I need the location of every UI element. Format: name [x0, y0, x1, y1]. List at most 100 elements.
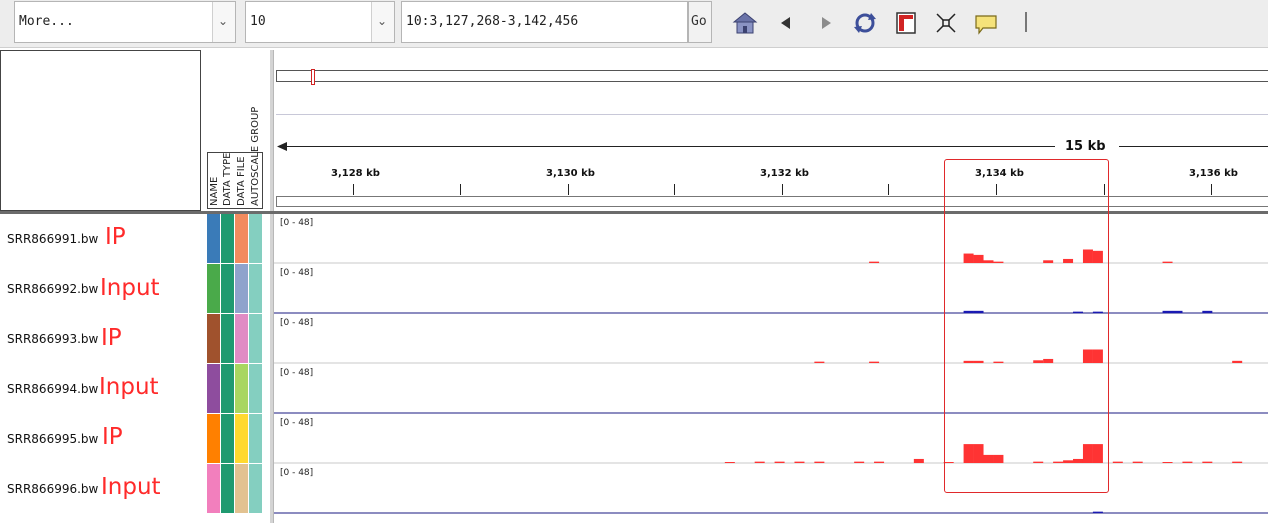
track-annotation-label: Input — [101, 474, 161, 500]
span-arrow-left-icon — [277, 142, 287, 151]
track-name[interactable]: SRR866991.bw — [7, 232, 98, 246]
coverage-bar — [724, 462, 735, 463]
attribute-color-cell[interactable] — [221, 364, 234, 413]
attribute-color-cell[interactable] — [207, 314, 220, 363]
back-arrow-icon[interactable] — [773, 10, 799, 36]
attribute-color-cell[interactable] — [221, 214, 234, 263]
attribute-color-cell[interactable] — [221, 264, 234, 313]
track-annotation-label: IP — [102, 424, 123, 450]
ruler-tick — [782, 184, 783, 195]
chromosome-select[interactable]: More... ⌄ — [14, 1, 236, 43]
attribute-header-autoscale-group[interactable]: AUTOSCALE GROUP — [250, 107, 261, 206]
attribute-color-cell[interactable] — [235, 414, 248, 463]
attribute-color-cell[interactable] — [249, 214, 262, 263]
track-name[interactable]: SRR866996.bw — [7, 482, 98, 496]
coverage-bar — [1112, 461, 1123, 463]
ruler-tick — [888, 184, 889, 195]
go-button-label: Go — [691, 14, 707, 29]
ruler-tick-label: 3,128 kb — [331, 168, 380, 179]
chromosome-ideogram[interactable] — [276, 70, 1268, 82]
zoom-select-value: 10 — [250, 14, 266, 29]
track-name[interactable]: SRR866994.bw — [7, 382, 98, 396]
track-annotation-label: IP — [101, 325, 122, 351]
header-name-panel — [0, 50, 201, 211]
span-label: 15 kb — [1065, 139, 1106, 154]
attribute-color-cell[interactable] — [207, 214, 220, 263]
track-plot-area[interactable] — [274, 214, 1268, 523]
resize-to-window-icon[interactable] — [933, 10, 959, 36]
coverage-bar — [754, 461, 765, 463]
ruler-tick-label: 3,130 kb — [546, 168, 595, 179]
attribute-header-panel: NAME DATA TYPE DATA FILE AUTOSCALE GROUP — [202, 50, 270, 211]
attribute-color-cell[interactable] — [221, 314, 234, 363]
attribute-color-cell[interactable] — [249, 264, 262, 313]
attribute-color-cell[interactable] — [207, 364, 220, 413]
attribute-color-cell[interactable] — [221, 464, 234, 513]
ruler-tick — [674, 184, 675, 195]
attribute-color-cell[interactable] — [249, 364, 262, 413]
coverage-bar — [1132, 461, 1143, 463]
home-icon[interactable] — [732, 10, 758, 36]
ruler-tick — [460, 184, 461, 195]
highlight-region-box — [944, 159, 1109, 493]
ruler-tick — [353, 184, 354, 195]
track-annotation-label: Input — [100, 275, 160, 301]
forward-arrow-icon[interactable] — [813, 10, 839, 36]
attribute-color-cell[interactable] — [235, 464, 248, 513]
coverage-bar — [1092, 511, 1103, 513]
attribute-color-cell[interactable] — [235, 264, 248, 313]
coverage-bar — [1232, 360, 1243, 363]
locus-input[interactable]: 10:3,127,268-3,142,456 — [401, 1, 688, 43]
coverage-bar — [794, 461, 805, 463]
refresh-icon[interactable] — [852, 10, 878, 36]
attribute-color-cell[interactable] — [249, 314, 262, 363]
attribute-color-cell[interactable] — [207, 464, 220, 513]
ruler-tick-label: 3,136 kb — [1189, 168, 1238, 179]
track-name[interactable]: SRR866993.bw — [7, 332, 98, 346]
coverage-bar — [814, 361, 825, 363]
chevron-down-icon[interactable]: ⌄ — [212, 2, 235, 42]
chromosome-select-value: More... — [19, 14, 74, 29]
ruler-baseline — [276, 196, 1268, 207]
coverage-bar — [1232, 461, 1243, 463]
coverage-bar — [913, 458, 924, 463]
toolbar-divider — [1025, 12, 1027, 32]
attribute-color-cell[interactable] — [235, 214, 248, 263]
data-panel[interactable]: [0 - 48] [0 - 48] [0 - 48] [0 - 48] [0 -… — [273, 214, 1268, 523]
attribute-color-cell[interactable] — [235, 314, 248, 363]
attribute-color-cell[interactable] — [249, 464, 262, 513]
track-name-panel: SRR866991.bw IP SRR866992.bw Input SRR86… — [0, 214, 201, 523]
ruler-tick-label: 3,132 kb — [760, 168, 809, 179]
attribute-color-cell[interactable] — [221, 414, 234, 463]
attribute-color-cell[interactable] — [235, 364, 248, 413]
attribute-header-data-file[interactable]: DATA FILE — [236, 156, 247, 206]
coverage-bar — [869, 261, 880, 263]
chevron-down-icon[interactable]: ⌄ — [371, 2, 394, 42]
track-name[interactable]: SRR866995.bw — [7, 432, 98, 446]
popup-info-icon[interactable] — [973, 10, 999, 36]
attribute-header-name[interactable]: NAME — [209, 177, 220, 206]
region-of-interest-icon[interactable] — [893, 10, 919, 36]
ruler-panel[interactable]: 15 kb 3,128 kb 3,130 kb 3,132 kb 3,134 k… — [273, 50, 1268, 211]
ruler-divider — [276, 114, 1268, 115]
attribute-color-cell[interactable] — [207, 414, 220, 463]
coverage-bar — [774, 461, 785, 463]
toolbar: More... ⌄ 10 ⌄ 10:3,127,268-3,142,456 Go — [0, 0, 1268, 48]
ruler-tick — [1211, 184, 1212, 195]
coverage-bar — [874, 461, 885, 463]
go-button[interactable]: Go — [688, 1, 712, 43]
zoom-select[interactable]: 10 ⌄ — [245, 1, 395, 43]
ruler-tick — [568, 184, 569, 195]
coverage-bar — [1162, 261, 1173, 263]
attribute-color-cell[interactable] — [249, 414, 262, 463]
attribute-panel — [207, 214, 263, 523]
attribute-color-cell[interactable] — [207, 264, 220, 313]
coverage-bar — [1182, 461, 1193, 463]
attribute-header-data-type[interactable]: DATA TYPE — [222, 152, 233, 206]
track-annotation-label: Input — [99, 374, 159, 400]
locus-input-value: 10:3,127,268-3,142,456 — [406, 14, 579, 29]
track-name[interactable]: SRR866992.bw — [7, 282, 98, 296]
current-region-marker — [311, 69, 315, 85]
coverage-bar — [854, 461, 865, 463]
track-annotation-label: IP — [105, 224, 126, 250]
